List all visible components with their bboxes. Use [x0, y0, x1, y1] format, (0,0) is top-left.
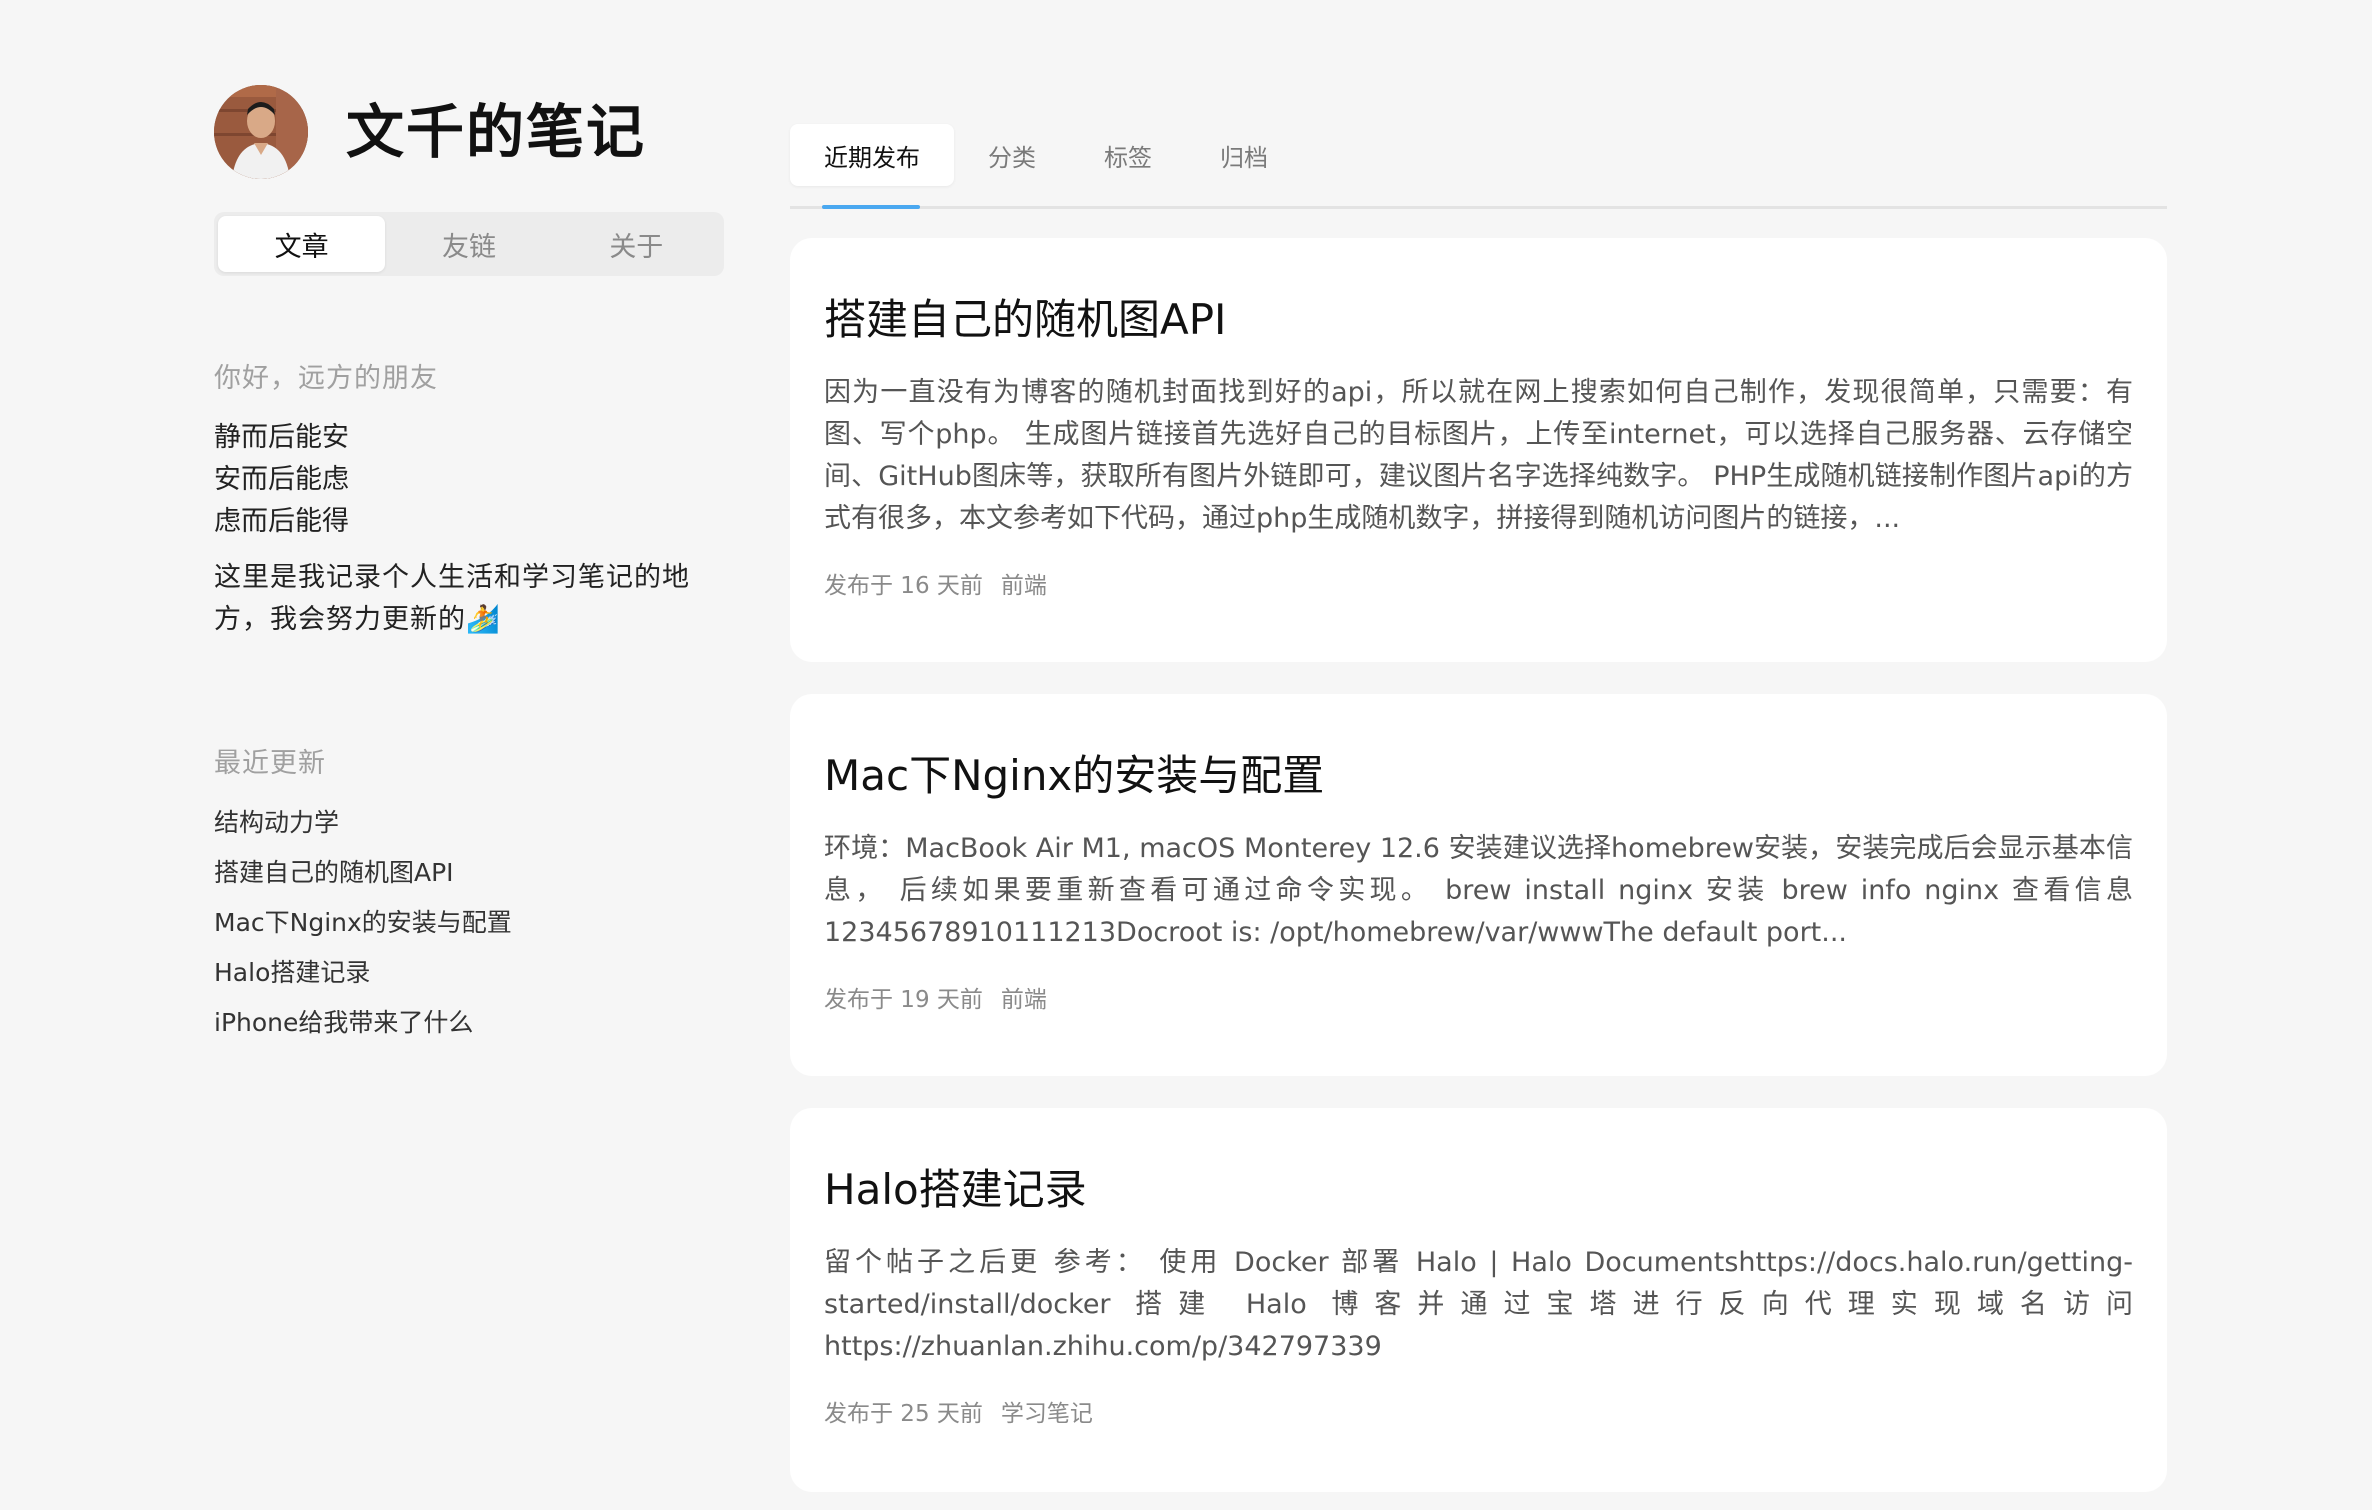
recent-post-link[interactable]: iPhone给我带来了什么	[214, 998, 728, 1048]
post-category[interactable]: 前端	[1001, 980, 1047, 1014]
motto-line: 安而后能虑	[214, 464, 349, 495]
post-meta: 发布于 19 天前 前端	[824, 980, 2133, 1014]
greeting-label: 你好，远方的朋友	[214, 363, 438, 394]
avatar[interactable]	[214, 85, 308, 179]
post-title[interactable]: Mac下Nginx的安装与配置	[824, 750, 2133, 802]
tab-tags[interactable]: 标签	[1070, 124, 1186, 186]
recent-post-link[interactable]: 结构动力学	[214, 798, 728, 848]
post-date: 发布于 19 天前	[824, 987, 983, 1013]
post-card[interactable]: 搭建自己的随机图API 因为一直没有为博客的随机封面找到好的api，所以就在网上…	[790, 238, 2167, 662]
post-card[interactable]: Mac下Nginx的安装与配置 环境：MacBook Air M1, macOS…	[790, 694, 2167, 1076]
post-category[interactable]: 前端	[1001, 566, 1047, 600]
active-tab-indicator	[822, 205, 920, 209]
nav-about[interactable]: 关于	[553, 216, 720, 272]
avatar-image	[214, 85, 308, 179]
sidebar: 文千的笔记 文章 友链 关于 你好，远方的朋友 静而后能安 安而后能虑 虑而后能…	[214, 84, 728, 1048]
motto-line: 静而后能安	[214, 422, 349, 453]
nav-articles[interactable]: 文章	[218, 216, 386, 272]
tab-label: 分类	[988, 143, 1036, 172]
tab-categories[interactable]: 分类	[954, 124, 1070, 186]
post-date: 发布于 16 天前	[824, 573, 983, 599]
recent-post-link[interactable]: Halo搭建记录	[214, 948, 728, 998]
post-category[interactable]: 学习笔记	[1001, 1394, 1093, 1428]
tab-label: 标签	[1104, 143, 1152, 172]
recent-updates-label: 最近更新	[214, 748, 326, 779]
profile-header: 文千的笔记	[214, 84, 728, 180]
content-tabs: 近期发布 分类 标签 归档	[790, 124, 2167, 209]
motto-line: 虑而后能得	[214, 506, 349, 537]
post-meta: 发布于 16 天前 前端	[824, 566, 2133, 600]
recent-updates-list: 结构动力学 搭建自己的随机图API Mac下Nginx的安装与配置 Halo搭建…	[214, 798, 728, 1048]
sidebar-nav: 文章 友链 关于	[214, 212, 724, 276]
motto: 静而后能安 安而后能虑 虑而后能得	[214, 417, 728, 543]
post-title[interactable]: Halo搭建记录	[824, 1164, 2133, 1216]
post-card[interactable]: Halo搭建记录 留个帖子之后更 参考： 使用 Docker 部署 Halo |…	[790, 1108, 2167, 1492]
tab-archives[interactable]: 归档	[1186, 124, 1302, 186]
post-excerpt: 环境：MacBook Air M1, macOS Monterey 12.6 安…	[824, 833, 2133, 948]
post-excerpt: 留个帖子之后更 参考： 使用 Docker 部署 Halo | Halo Doc…	[824, 1247, 2133, 1362]
post-title[interactable]: 搭建自己的随机图API	[824, 294, 2133, 346]
site-title[interactable]: 文千的笔记	[346, 103, 646, 161]
post-meta: 发布于 25 天前 学习笔记	[824, 1394, 2133, 1428]
main-content: 近期发布 分类 标签 归档 搭建自己的随机图API 因为一直没有为博客的随机封面…	[790, 124, 2167, 1492]
tab-label: 近期发布	[824, 143, 920, 172]
post-date: 发布于 25 天前	[824, 1401, 983, 1427]
recent-post-link[interactable]: 搭建自己的随机图API	[214, 848, 728, 898]
nav-friend-links[interactable]: 友链	[385, 216, 552, 272]
recent-post-link[interactable]: Mac下Nginx的安装与配置	[214, 898, 728, 948]
post-excerpt: 因为一直没有为博客的随机封面找到好的api，所以就在网上搜索如何自己制作，发现很…	[824, 377, 2133, 534]
tab-recent[interactable]: 近期发布	[790, 124, 954, 186]
tab-label: 归档	[1220, 143, 1268, 172]
intro-text: 这里是我记录个人生活和学习笔记的地方，我会努力更新的🏄	[214, 562, 690, 635]
